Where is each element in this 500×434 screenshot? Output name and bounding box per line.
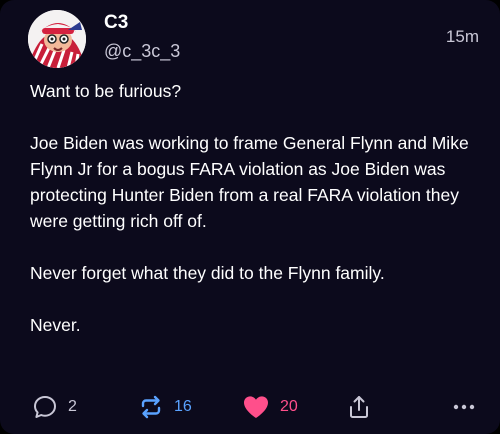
post-body: Want to be furious? Joe Biden was workin… [30,78,475,364]
heart-icon [244,396,268,418]
speech-bubble-icon [34,396,56,418]
display-name[interactable]: C3 [104,12,128,34]
reply-count: 2 [68,398,77,415]
avatar-cartoon-image [28,10,86,68]
share-button[interactable] [346,390,372,424]
action-bar: 2 16 20 [0,390,500,424]
post-card: C3 @c_3c_3 15m Want to be furious? Joe B… [0,0,500,434]
share-up-arrow-icon [350,396,368,418]
post-paragraph: Never. [30,315,81,335]
like-button[interactable]: 20 [242,390,298,424]
post-paragraph: Want to be furious? [30,81,182,101]
like-count: 20 [280,398,298,415]
handle[interactable]: @c_3c_3 [104,40,180,62]
ellipsis-icon [453,404,475,410]
repost-button[interactable]: 16 [138,390,192,424]
repost-count: 16 [174,398,192,415]
more-options-button[interactable] [452,390,476,424]
post-paragraph: Joe Biden was working to frame General F… [30,133,474,231]
reply-button[interactable]: 2 [32,390,77,424]
timestamp[interactable]: 15m [446,27,479,47]
repost-arrows-icon [141,395,161,419]
post-paragraph: Never forget what they did to the Flynn … [30,263,385,283]
avatar[interactable] [28,10,86,68]
